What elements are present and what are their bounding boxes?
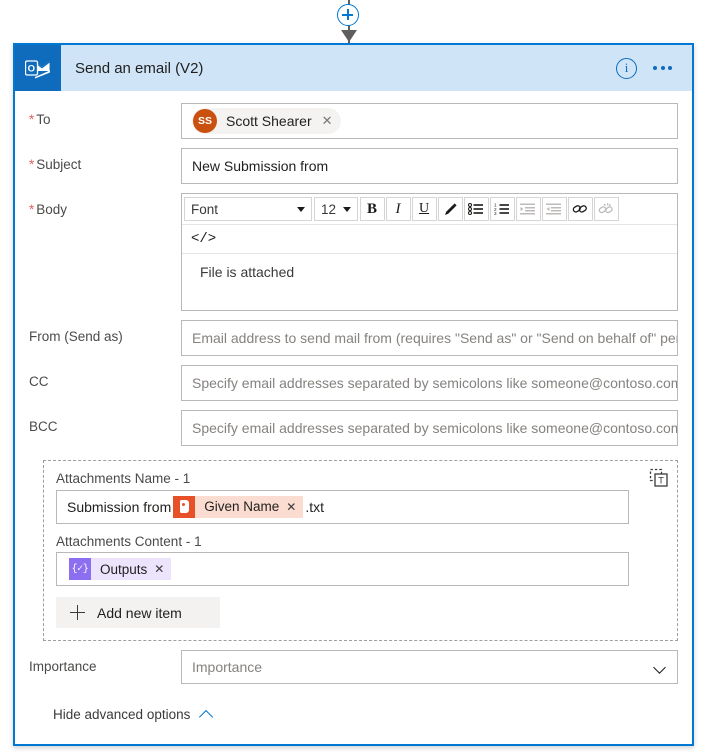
chevron-down-icon: [654, 663, 667, 671]
indent-increase-icon[interactable]: [541, 197, 567, 221]
token-label: Outputs: [100, 561, 148, 577]
attachments-group: T Attachments Name - 1 Submission from G…: [43, 460, 678, 642]
expression-glyph: {✓}: [71, 564, 89, 576]
underline-button[interactable]: U: [411, 197, 437, 221]
link-icon[interactable]: [567, 197, 593, 221]
info-icon[interactable]: i: [616, 57, 637, 79]
forms-icon: [173, 495, 196, 518]
plus-circle-icon[interactable]: [337, 4, 359, 26]
field-row-to: * To SS Scott Shearer ✕: [29, 103, 678, 139]
importance-select[interactable]: Importance: [181, 650, 678, 685]
field-row-importance: Importance Importance: [29, 650, 678, 685]
required-asterisk: *: [29, 112, 35, 127]
field-row-from: From (Send as) Email address to send mai…: [29, 320, 678, 356]
chevron-down-icon: [297, 206, 305, 212]
italic-button[interactable]: I: [385, 197, 411, 221]
required-asterisk: *: [29, 202, 35, 217]
field-row-bcc: BCC Specify email addresses separated by…: [29, 410, 678, 446]
pen-icon[interactable]: [437, 197, 463, 221]
add-new-item-label: Add new item: [97, 604, 182, 621]
field-control-cc: Specify email addresses separated by sem…: [181, 365, 678, 401]
expression-icon: {✓}: [69, 558, 91, 581]
cc-placeholder: Specify email addresses separated by sem…: [192, 375, 678, 391]
person-name: Scott Shearer: [226, 113, 312, 129]
svg-text:3: 3: [494, 211, 497, 216]
field-control-from: Email address to send mail from (require…: [181, 320, 678, 356]
token-outputs[interactable]: {✓} Outputs ✕: [69, 558, 172, 581]
numbered-list-icon[interactable]: 1 2 3: [489, 197, 515, 221]
attachments-name-prefix: Submission from: [67, 498, 172, 515]
field-row-body: * Body Font 12 B I U 1 2 3 </> File is a…: [29, 193, 678, 311]
subject-value: New Submission from: [192, 158, 329, 174]
ellipsis-icon[interactable]: [651, 60, 674, 76]
from-placeholder: Email address to send mail from (require…: [192, 330, 677, 346]
field-row-subject: * Subject New Submission from: [29, 148, 678, 184]
subject-input[interactable]: New Submission from: [181, 148, 678, 184]
font-family-select[interactable]: Font: [184, 197, 312, 221]
field-label-from: From (Send as): [29, 329, 123, 344]
field-label-to: * To: [29, 112, 51, 127]
cc-input[interactable]: Specify email addresses separated by sem…: [181, 365, 678, 401]
svg-text:O: O: [28, 63, 35, 74]
token-body: Given Name ✕: [195, 495, 304, 518]
body-content[interactable]: File is attached: [182, 254, 677, 310]
chevron-down-icon: [343, 206, 351, 212]
outlook-icon: O: [15, 45, 61, 91]
token-body: Outputs ✕: [91, 558, 172, 581]
card-header-actions: i: [616, 57, 674, 79]
attachments-name-label: Attachments Name - 1: [56, 471, 191, 486]
code-view-button[interactable]: </>: [191, 231, 216, 247]
card-body: * To SS Scott Shearer ✕ * Subject New Sub: [15, 91, 692, 744]
delete-item-icon[interactable]: T: [649, 468, 669, 488]
body-rich-text-editor: Font 12 B I U 1 2 3 </> File is attached: [181, 193, 678, 311]
attachments-content-input[interactable]: {✓} Outputs ✕: [56, 552, 629, 587]
attachments-name-input[interactable]: Submission from Given Name ✕ .txt: [56, 489, 629, 524]
field-control-to: SS Scott Shearer ✕: [181, 103, 678, 139]
close-icon[interactable]: ✕: [286, 500, 296, 514]
to-input[interactable]: SS Scott Shearer ✕: [181, 103, 678, 139]
add-step-connector: [0, 0, 707, 44]
bold-button[interactable]: B: [359, 197, 385, 221]
field-label-bcc: BCC: [29, 419, 58, 434]
from-input[interactable]: Email address to send mail from (require…: [181, 320, 678, 356]
send-email-action-card: O Send an email (V2) i * To SS Scott Shea…: [13, 43, 694, 747]
add-new-item-button[interactable]: Add new item: [56, 597, 220, 629]
attachments-content-label: Attachments Content - 1: [56, 533, 202, 549]
avatar: SS: [193, 109, 217, 133]
field-control-importance: Importance: [181, 650, 678, 685]
close-icon[interactable]: ✕: [322, 113, 333, 129]
arrow-down-icon: [341, 30, 357, 42]
field-control-bcc: Specify email addresses separated by sem…: [181, 410, 678, 446]
chevron-up-icon: [200, 710, 214, 719]
field-control-subject: New Submission from: [181, 148, 678, 184]
field-label-subject: * Subject: [29, 157, 82, 172]
attachments-name-suffix: .txt: [305, 498, 325, 515]
svg-text:T: T: [658, 476, 664, 487]
font-size-select[interactable]: 12: [314, 197, 358, 221]
unlink-icon[interactable]: [593, 197, 619, 221]
field-row-cc: CC Specify email addresses separated by …: [29, 365, 678, 401]
bcc-placeholder: Specify email addresses separated by sem…: [192, 420, 678, 436]
indent-decrease-icon[interactable]: [515, 197, 541, 221]
plus-icon: [70, 605, 85, 621]
rte-toolbar-row-2: </>: [182, 225, 677, 254]
field-label-body: * Body: [29, 202, 68, 217]
bulleted-list-icon[interactable]: [463, 197, 489, 221]
field-control-body: Font 12 B I U 1 2 3 </> File is attached: [181, 193, 678, 311]
card-title: Send an email (V2): [75, 59, 204, 77]
bcc-input[interactable]: Specify email addresses separated by sem…: [181, 410, 678, 446]
close-icon[interactable]: ✕: [154, 562, 164, 576]
field-label-importance: Importance: [29, 659, 97, 675]
importance-placeholder: Importance: [192, 659, 263, 676]
toggle-advanced-options[interactable]: Hide advanced options: [29, 693, 678, 728]
card-header[interactable]: O Send an email (V2) i: [15, 45, 692, 91]
advanced-options-label: Hide advanced options: [53, 707, 191, 723]
required-asterisk: *: [29, 157, 35, 172]
rte-toolbar: Font 12 B I U 1 2 3: [182, 194, 677, 225]
token-given-name[interactable]: Given Name ✕: [173, 495, 304, 518]
person-chip[interactable]: SS Scott Shearer ✕: [192, 108, 341, 134]
token-label: Given Name: [204, 499, 280, 515]
field-label-cc: CC: [29, 374, 49, 389]
